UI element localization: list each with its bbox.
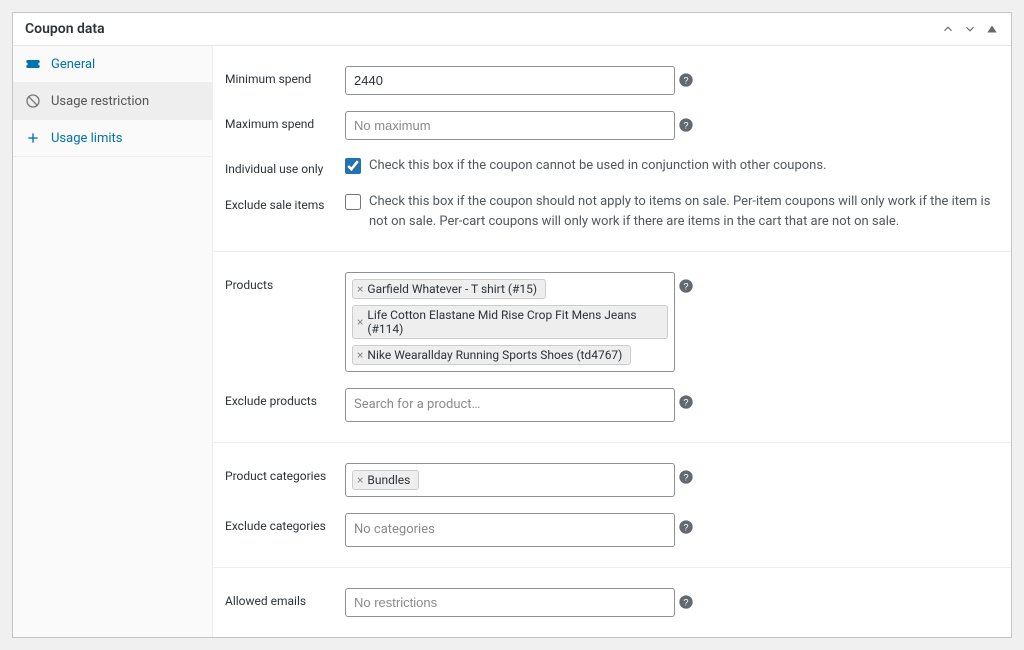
- svg-text:?: ?: [683, 75, 688, 85]
- row-individual-use: Individual use only Check this box if th…: [213, 148, 1011, 184]
- section-emails: Allowed emails ?: [213, 568, 1011, 637]
- label-products: Products: [225, 272, 345, 292]
- panel-title: Coupon data: [25, 21, 105, 37]
- row-product-categories: Product categories ×Bundles ?: [213, 455, 1011, 505]
- move-down-icon[interactable]: [963, 22, 977, 36]
- product-tag[interactable]: ×Life Cotton Elastane Mid Rise Crop Fit …: [352, 305, 668, 339]
- row-products: Products ×Garfield Whatever - T shirt (#…: [213, 264, 1011, 380]
- exclude-sale-checkbox[interactable]: [345, 194, 361, 210]
- row-minimum-spend: Minimum spend ?: [213, 58, 1011, 103]
- sidebar-item-general[interactable]: General: [13, 46, 212, 83]
- section-products: Products ×Garfield Whatever - T shirt (#…: [213, 252, 1011, 443]
- maximum-spend-input[interactable]: [345, 111, 675, 140]
- product-tag[interactable]: ×Nike Wearallday Running Sports Shoes (t…: [352, 345, 631, 365]
- help-icon[interactable]: ?: [675, 111, 697, 133]
- svg-text:?: ?: [683, 281, 688, 291]
- section-categories: Product categories ×Bundles ? Exclude ca…: [213, 443, 1011, 568]
- help-icon[interactable]: ?: [675, 588, 697, 610]
- label-allowed-emails: Allowed emails: [225, 588, 345, 608]
- exclude-products-tagbox[interactable]: Search for a product…: [345, 388, 675, 422]
- section-spend: Minimum spend ? Maximum spend ?: [213, 46, 1011, 252]
- sidebar-item-label: General: [51, 57, 95, 72]
- remove-tag-icon[interactable]: ×: [357, 315, 363, 329]
- content-area: Minimum spend ? Maximum spend ?: [213, 46, 1011, 637]
- help-icon[interactable]: ?: [675, 463, 697, 485]
- move-up-icon[interactable]: [941, 22, 955, 36]
- sidebar-item-usage-limits[interactable]: Usage limits: [13, 120, 212, 157]
- label-exclude-products: Exclude products: [225, 388, 345, 408]
- svg-text:?: ?: [683, 120, 688, 130]
- row-allowed-emails: Allowed emails ?: [213, 580, 1011, 625]
- ticket-icon: [25, 56, 41, 72]
- row-maximum-spend: Maximum spend ?: [213, 103, 1011, 148]
- exclude-categories-tagbox[interactable]: No categories: [345, 513, 675, 547]
- label-product-categories: Product categories: [225, 463, 345, 483]
- help-icon[interactable]: ?: [675, 388, 697, 410]
- remove-tag-icon[interactable]: ×: [357, 282, 363, 296]
- category-tag[interactable]: ×Bundles: [352, 470, 419, 490]
- sidebar: General Usage restriction Usage limits: [13, 46, 213, 637]
- exclude-sale-description: Check this box if the coupon should not …: [369, 192, 999, 231]
- exclude-categories-placeholder: No categories: [352, 520, 437, 539]
- allowed-emails-input[interactable]: [345, 588, 675, 617]
- label-maximum-spend: Maximum spend: [225, 111, 345, 131]
- panel-body: General Usage restriction Usage limits M…: [13, 46, 1011, 637]
- sidebar-item-usage-restriction[interactable]: Usage restriction: [13, 83, 212, 120]
- row-exclude-categories: Exclude categories No categories ?: [213, 505, 1011, 555]
- coupon-data-panel: Coupon data General: [12, 12, 1012, 638]
- sidebar-item-label: Usage limits: [51, 131, 122, 146]
- svg-text:?: ?: [683, 397, 688, 407]
- help-icon[interactable]: ?: [675, 272, 697, 294]
- remove-tag-icon[interactable]: ×: [357, 473, 363, 487]
- row-exclude-sale: Exclude sale items Check this box if the…: [213, 184, 1011, 239]
- product-categories-tagbox[interactable]: ×Bundles: [345, 463, 675, 497]
- panel-controls: [941, 22, 999, 36]
- panel-header: Coupon data: [13, 13, 1011, 46]
- product-tag[interactable]: ×Garfield Whatever - T shirt (#15): [352, 279, 546, 299]
- remove-tag-icon[interactable]: ×: [357, 348, 363, 362]
- label-individual-use: Individual use only: [225, 156, 345, 176]
- help-icon[interactable]: ?: [675, 66, 697, 88]
- plus-icon: [25, 130, 41, 146]
- products-tagbox[interactable]: ×Garfield Whatever - T shirt (#15) ×Life…: [345, 272, 675, 372]
- exclude-products-placeholder: Search for a product…: [352, 395, 482, 414]
- label-exclude-categories: Exclude categories: [225, 513, 345, 533]
- sidebar-item-label: Usage restriction: [51, 94, 149, 109]
- svg-text:?: ?: [683, 472, 688, 482]
- toggle-icon[interactable]: [985, 22, 999, 36]
- label-exclude-sale: Exclude sale items: [225, 192, 345, 212]
- individual-use-checkbox[interactable]: [345, 158, 361, 174]
- svg-text:?: ?: [683, 597, 688, 607]
- label-minimum-spend: Minimum spend: [225, 66, 345, 86]
- help-icon[interactable]: ?: [675, 513, 697, 535]
- block-icon: [25, 93, 41, 109]
- svg-text:?: ?: [683, 522, 688, 532]
- individual-use-description: Check this box if the coupon cannot be u…: [369, 156, 999, 176]
- row-exclude-products: Exclude products Search for a product… ?: [213, 380, 1011, 430]
- minimum-spend-input[interactable]: [345, 66, 675, 95]
